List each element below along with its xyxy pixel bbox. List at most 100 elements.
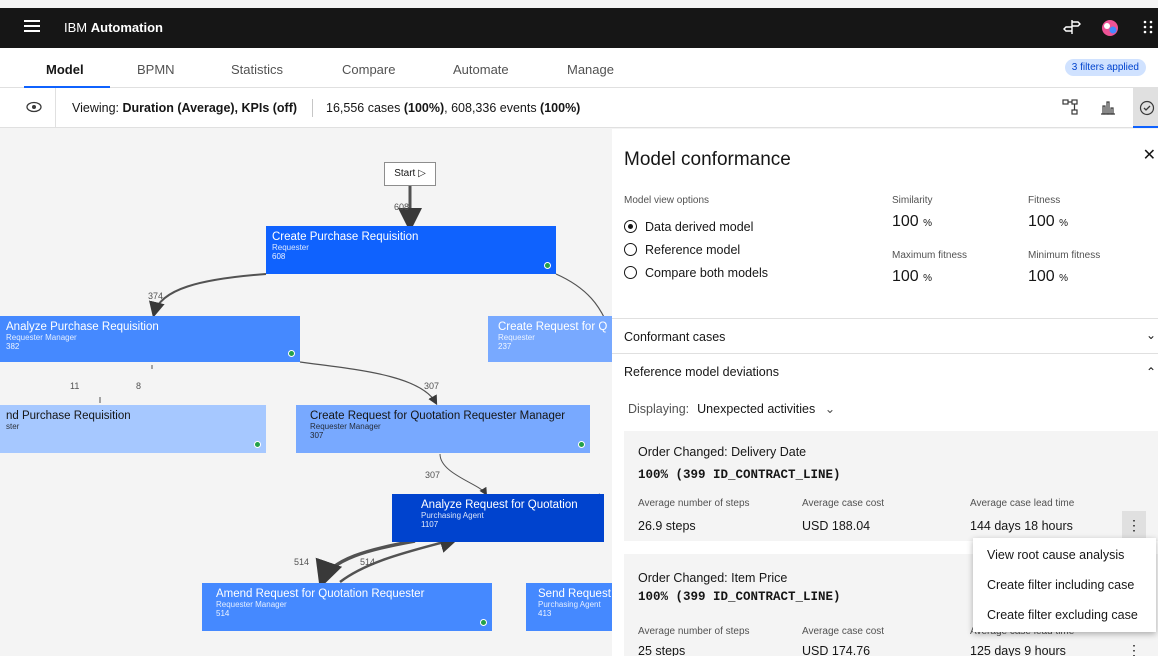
activity-node[interactable]: Send Request Purchasing Agent 413: [526, 583, 612, 631]
tab-bpmn[interactable]: BPMN: [137, 62, 175, 77]
conformance-icon[interactable]: [1133, 88, 1158, 128]
brand-name: IBM Automation: [64, 20, 163, 35]
node-title: Create Purchase Requisition: [272, 231, 419, 243]
events-count: , 608,336 events: [444, 101, 541, 115]
process-map-canvas[interactable]: Start ▷ 608 374 11 8 307 307 514 514 Cre…: [0, 129, 612, 656]
node-role: Requester Manager: [216, 600, 287, 609]
tab-compare[interactable]: Compare: [342, 62, 395, 77]
node-title: Create Request for Quotation Requester M…: [310, 410, 566, 422]
node-role: Requester: [498, 333, 535, 342]
activity-node[interactable]: Analyze Purchase Requisition Requester M…: [0, 316, 300, 362]
node-role: Purchasing Agent: [421, 511, 484, 520]
node-count: 413: [538, 609, 552, 618]
card-label: Average case cost: [802, 626, 885, 637]
tab-model[interactable]: Model: [46, 62, 84, 77]
bar-chart-icon[interactable]: [1100, 99, 1116, 118]
metric-value: 100 %: [892, 213, 932, 231]
divider: [312, 99, 313, 117]
menu-item-view-root-cause-analysis[interactable]: View root cause analysis: [987, 548, 1124, 562]
metric-value: 100 %: [1028, 213, 1068, 231]
divider: [55, 88, 56, 128]
edge-label: 307: [425, 470, 441, 480]
displaying-label: Displaying:: [628, 402, 690, 416]
card-title: Order Changed: Item Price: [638, 571, 788, 585]
edge-label: 514: [294, 557, 310, 567]
top-header: IBM Automation: [0, 8, 1158, 48]
chevron-down-icon: ⌄: [824, 402, 836, 416]
user-avatar-icon[interactable]: [1100, 18, 1120, 38]
node-role: Requester: [272, 243, 309, 252]
hamburger-icon[interactable]: [24, 20, 40, 36]
node-count: 382: [6, 342, 20, 351]
node-title: Analyze Purchase Requisition: [6, 321, 159, 333]
node-role: Purchasing Agent: [538, 600, 601, 609]
node-title: Send Request: [538, 588, 611, 600]
cases-summary: 16,556 cases (100%), 608,336 events (100…: [326, 101, 580, 115]
tab-manage[interactable]: Manage: [567, 62, 614, 77]
activity-node[interactable]: Amend Request for Quotation Requester Re…: [202, 583, 492, 631]
node-count: 237: [498, 342, 512, 351]
process-map-icon[interactable]: [1062, 99, 1078, 118]
menu-item-create-filter-including-case[interactable]: Create filter including case: [987, 578, 1134, 592]
activity-node[interactable]: Create Request for Quotation Requester M…: [296, 405, 590, 453]
node-count: 608: [272, 252, 286, 261]
app-switcher-icon[interactable]: [1138, 18, 1158, 38]
start-node[interactable]: Start ▷: [384, 162, 436, 186]
brand-prefix: IBM: [64, 20, 91, 35]
filters-applied-badge[interactable]: 3 filters applied: [1064, 59, 1146, 76]
accordion-conformant-cases[interactable]: Conformant cases ⌄: [612, 318, 1158, 354]
metric-unit: %: [923, 273, 933, 284]
card-subtitle: 100% (399 ID_CONTRACT_LINE): [638, 590, 841, 604]
card-value: 144 days 18 hours: [970, 519, 1073, 533]
overflow-menu-icon[interactable]: ⋮: [1122, 511, 1146, 539]
metric-label: Similarity: [892, 195, 933, 206]
events-pct: (100%): [540, 101, 581, 115]
radio-reference-model[interactable]: Reference model: [624, 243, 740, 257]
tab-bar: Model BPMN Statistics Compare Automate M…: [0, 48, 1158, 88]
viewing-label: Viewing:: [72, 101, 123, 115]
card-label: Average case cost: [802, 498, 885, 509]
metric-unit: %: [1059, 273, 1069, 284]
radio-data-derived-model[interactable]: Data derived model: [624, 220, 753, 234]
node-count: 307: [310, 431, 324, 440]
activity-node[interactable]: Analyze Request for Quotation Purchasing…: [392, 494, 604, 542]
edge-label: 11: [70, 381, 80, 391]
metric-number: 100: [892, 268, 919, 285]
viewing-value: Duration (Average), KPIs (off): [122, 101, 298, 115]
card-label: Average case lead time: [970, 498, 1075, 509]
metric-unit: %: [1059, 218, 1069, 229]
tab-automate[interactable]: Automate: [453, 62, 509, 77]
card-value: 26.9 steps: [638, 519, 696, 533]
menu-item-create-filter-excluding-case[interactable]: Create filter excluding case: [987, 608, 1138, 622]
node-title: Create Request for Q: [498, 321, 608, 333]
signpost-icon[interactable]: [1062, 18, 1082, 38]
tab-statistics[interactable]: Statistics: [231, 62, 283, 77]
card-value: 25 steps: [638, 644, 686, 656]
close-icon[interactable]: ✕: [1143, 145, 1156, 165]
node-count: 514: [216, 609, 230, 618]
card-title: Order Changed: Delivery Date: [638, 445, 807, 459]
chevron-up-icon: ⌃: [1145, 365, 1156, 379]
accordion-label: Conformant cases: [624, 330, 726, 344]
radio-label: Reference model: [645, 243, 741, 257]
overflow-menu-icon[interactable]: ⋮: [1122, 636, 1146, 656]
card-overflow-menu: View root cause analysis Create filter i…: [973, 538, 1156, 632]
node-title: Amend Request for Quotation Requester: [216, 588, 425, 600]
card-label: Average number of steps: [638, 498, 750, 509]
card-label: Average number of steps: [638, 626, 750, 637]
edge-label: 374: [148, 291, 164, 301]
activity-node[interactable]: Create Request for Q Requester 237: [488, 316, 612, 362]
accordion-reference-model-deviations[interactable]: Reference model deviations ⌃: [612, 353, 1158, 389]
activity-node[interactable]: Create Purchase Requisition Requester 60…: [266, 226, 556, 274]
displaying-dropdown[interactable]: Displaying: Unexpected activities ⌄: [628, 401, 835, 416]
accordion-label: Reference model deviations: [624, 365, 779, 379]
viewing-bar: Viewing: Duration (Average), KPIs (off) …: [0, 88, 1158, 128]
node-title: Analyze Request for Quotation: [421, 499, 578, 511]
panel-title: Model conformance: [624, 149, 791, 170]
activity-node[interactable]: nd Purchase Requisition ster: [0, 405, 266, 453]
metric-value: 100 %: [892, 268, 932, 286]
status-dot: [544, 262, 551, 269]
metric-number: 100: [1028, 213, 1055, 230]
eye-icon[interactable]: [26, 100, 42, 117]
radio-compare-both-models[interactable]: Compare both models: [624, 266, 768, 280]
